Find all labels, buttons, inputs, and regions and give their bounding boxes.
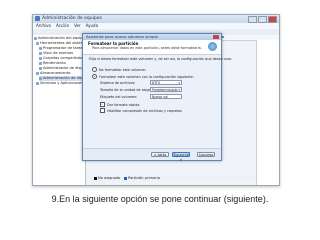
- allocation-select[interactable]: Predeterminado: [150, 87, 182, 92]
- compression-option[interactable]: Habilitar compresión de archivos y carpe…: [100, 108, 182, 113]
- wizard-footer: < Atrás Siguiente > Cancelar: [83, 148, 221, 162]
- title-bar: Administración de equipos: [33, 15, 279, 23]
- format-label: Formatear este volumen con la configurac…: [99, 74, 194, 79]
- services-icon: [36, 82, 39, 85]
- event-icon: [39, 52, 42, 55]
- no-format-radio[interactable]: [92, 67, 97, 72]
- close-button[interactable]: [268, 16, 277, 23]
- legend-swatch-unassigned: [94, 176, 97, 180]
- computer-management-icon: [35, 16, 40, 21]
- navigation-tree: Administración del equipo (local) Herram…: [33, 35, 97, 185]
- device-icon: [39, 67, 42, 70]
- clock-icon: [39, 47, 42, 50]
- actions-pane: [256, 40, 279, 185]
- wizard-close-icon[interactable]: [213, 35, 219, 39]
- tools-icon: [36, 42, 39, 45]
- back-button[interactable]: < Atrás: [151, 152, 169, 157]
- quick-format-label: Dar formato rápido: [107, 102, 140, 107]
- compression-label: Habilitar compresión de archivos y carpe…: [107, 108, 182, 113]
- filesystem-label: Sistema de archivos:: [100, 81, 136, 85]
- new-simple-volume-wizard: Asistente para nuevo volumen simple Form…: [82, 33, 232, 162]
- maximize-button[interactable]: [258, 16, 267, 23]
- no-format-option[interactable]: No formatear este volumen: [92, 67, 146, 72]
- storage-icon: [36, 72, 39, 75]
- volume-label-input[interactable]: Nuevo vol: [150, 94, 182, 99]
- minimize-button[interactable]: [248, 16, 257, 23]
- tree-item-services[interactable]: Servicios y Aplicaciones: [36, 81, 83, 86]
- wizard-prompt: Elija si desea formatear este volumen y,…: [89, 57, 233, 61]
- volume-label-label: Etiqueta del volumen:: [100, 95, 138, 99]
- folder-icon: [39, 57, 42, 60]
- filesystem-select[interactable]: NTFS: [150, 80, 182, 85]
- legend-swatch-primary: [124, 176, 127, 180]
- format-radio[interactable]: [92, 74, 97, 79]
- format-option[interactable]: Formatear este volumen con la configurac…: [92, 74, 194, 79]
- disk-icon: [39, 77, 42, 80]
- window-title: Administración de equipos: [42, 16, 102, 21]
- wizard-description: Para almacenar datos en esta partición, …: [92, 46, 202, 50]
- slide-caption: 9.En la siguiente opción se pone continu…: [51, 194, 269, 204]
- wizard-header: Formatear la partición Para almacenar da…: [83, 40, 221, 55]
- performance-icon: [39, 62, 42, 65]
- no-format-label: No formatear este volumen: [99, 67, 146, 72]
- quick-format-option[interactable]: ✓ Dar formato rápido: [100, 102, 139, 107]
- legend-bar: No asignado Partición primaria: [86, 175, 256, 181]
- next-button[interactable]: Siguiente >: [172, 152, 190, 162]
- compression-checkbox[interactable]: [100, 108, 105, 113]
- quick-format-checkbox[interactable]: ✓: [100, 102, 105, 107]
- legend-unassigned: No asignado: [94, 176, 120, 180]
- computer-icon: [34, 37, 37, 40]
- legend-primary: Partición primaria: [124, 176, 160, 180]
- cancel-button[interactable]: Cancelar: [197, 152, 215, 157]
- window-controls: [248, 16, 277, 23]
- disk-wizard-icon: [208, 42, 217, 51]
